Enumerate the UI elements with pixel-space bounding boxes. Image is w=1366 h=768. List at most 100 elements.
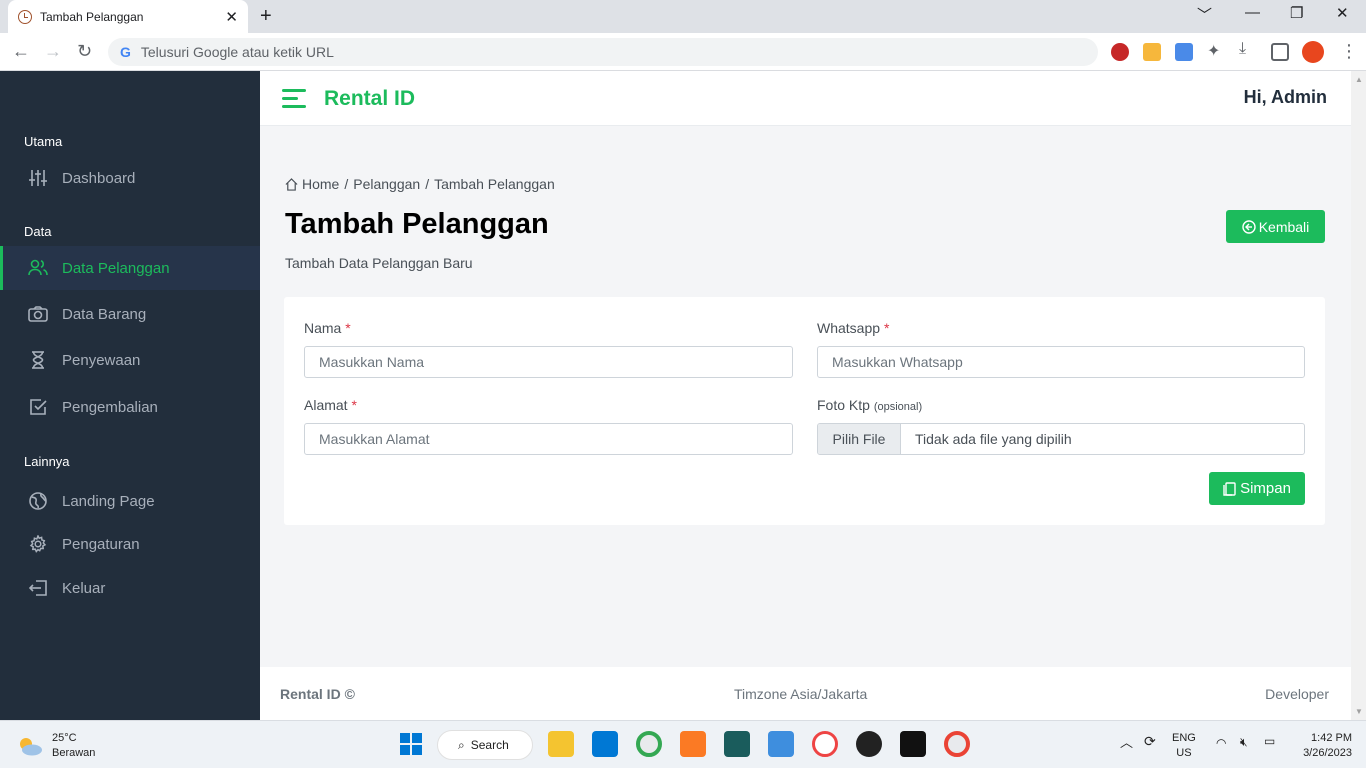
footer-brand: Rental ID © — [280, 686, 355, 702]
sidebar-item-label: Pengembalian — [62, 398, 158, 416]
back-button[interactable]: Kembali — [1226, 210, 1325, 243]
brand-title[interactable]: Rental ID — [324, 87, 415, 111]
browser-tab[interactable]: Tambah Pelanggan ✕ — [8, 0, 248, 33]
sidebar-heading-data: Data — [24, 224, 52, 239]
url-input[interactable]: G Telusuri Google atau ketik URL — [108, 38, 1098, 66]
scroll-down-icon[interactable]: ▼ — [1355, 707, 1363, 716]
tab-search-icon[interactable]: ﹀ — [1197, 4, 1212, 25]
copy-icon — [1223, 481, 1236, 496]
nama-label: Nama * — [304, 320, 351, 336]
clock-favicon-icon — [18, 9, 32, 24]
hourglass-icon — [28, 350, 48, 370]
notepad-icon[interactable] — [768, 731, 794, 757]
save-button[interactable]: Simpan — [1209, 472, 1305, 505]
file-explorer-icon[interactable] — [548, 731, 574, 757]
language-indicator[interactable]: ENG US — [1172, 731, 1196, 761]
vscode-icon[interactable] — [592, 731, 618, 757]
battery-icon[interactable]: ▭ — [1264, 734, 1275, 749]
sidebar-item-label: Penyewaan — [62, 351, 141, 369]
download-icon[interactable]: ⤓ — [1239, 40, 1257, 58]
sidebar-heading-utama: Utama — [24, 134, 63, 149]
sidebar: Utama Dashboard Data Data Pelanggan Data… — [0, 71, 260, 720]
extension-red-icon[interactable] — [1111, 43, 1129, 61]
foto-ktp-file-input[interactable]: Pilih File Tidak ada file yang dipilih — [817, 423, 1305, 455]
new-tab-icon[interactable]: + — [260, 5, 272, 28]
sidebar-item-label: Data Pelanggan — [62, 259, 170, 277]
page-title: Tambah Pelanggan — [285, 208, 549, 240]
breadcrumb-pelanggan[interactable]: Pelanggan — [353, 176, 420, 192]
whatsapp-label-text: Whatsapp — [817, 320, 881, 336]
taskbar-search[interactable]: ⌕ Search — [437, 730, 533, 760]
url-placeholder: Telusuri Google atau ketik URL — [140, 44, 334, 60]
camera-icon — [28, 304, 48, 324]
clock-time: 1:42 PM — [1311, 732, 1352, 744]
minimize-icon[interactable]: — — [1245, 4, 1260, 21]
extensions-puzzle-icon[interactable]: ✦ — [1207, 41, 1225, 60]
required-mark: * — [345, 320, 351, 336]
sidebar-item-penyewaan[interactable]: Penyewaan — [0, 338, 260, 382]
reload-icon[interactable]: ↻ — [77, 41, 92, 62]
clock-date: 3/26/2023 — [1303, 747, 1352, 759]
whatsapp-input[interactable]: Masukkan Whatsapp — [817, 346, 1305, 378]
forward-arrow-icon[interactable]: → — [44, 41, 62, 62]
window-close-icon[interactable]: ✕ — [1336, 4, 1349, 22]
nama-input[interactable]: Masukkan Nama — [304, 346, 793, 378]
clock[interactable]: 1:42 PM 3/26/2023 — [1294, 731, 1352, 761]
sidebar-item-landing-page[interactable]: Landing Page — [0, 479, 260, 523]
obs-icon[interactable] — [856, 731, 882, 757]
app-color-icon[interactable] — [812, 731, 838, 757]
sidebar-item-label: Data Barang — [62, 305, 147, 323]
sidebar-item-data-barang[interactable]: Data Barang — [0, 292, 260, 336]
globe-icon — [28, 491, 48, 511]
choose-file-button[interactable]: Pilih File — [818, 424, 901, 454]
sidebar-item-dashboard[interactable]: Dashboard — [0, 156, 260, 200]
sidebar-item-label: Landing Page — [62, 492, 155, 510]
profile-avatar[interactable] — [1302, 41, 1324, 63]
alamat-label-text: Alamat — [304, 397, 348, 413]
breadcrumb-separator: / — [344, 176, 349, 192]
taskbar-search-label: Search — [470, 738, 509, 752]
sidebar-item-data-pelanggan[interactable]: Data Pelanggan — [0, 246, 260, 290]
user-greeting[interactable]: Hi, Admin — [1244, 87, 1327, 108]
required-mark: * — [883, 320, 890, 336]
search-icon: ⌕ — [458, 737, 465, 752]
sidebar-item-keluar[interactable]: Keluar — [0, 566, 260, 610]
alamat-input[interactable]: Masukkan Alamat — [304, 423, 793, 455]
back-arrow-icon[interactable]: ← — [12, 41, 30, 62]
chrome-profile-icon[interactable] — [944, 731, 970, 757]
scroll-up-icon[interactable]: ▲ — [1355, 75, 1363, 84]
sidebar-item-pengaturan[interactable]: Pengaturan — [0, 522, 260, 566]
tab-close-icon[interactable]: ✕ — [225, 8, 238, 26]
sidepanel-icon[interactable] — [1271, 43, 1289, 61]
top-navbar: Rental ID Hi, Admin — [260, 71, 1351, 126]
wifi-icon[interactable]: ◠ — [1216, 736, 1226, 751]
menu-kebab-icon[interactable]: ⋮ — [1340, 41, 1358, 62]
extension-doc-icon[interactable] — [1175, 43, 1193, 61]
chevron-up-icon[interactable]: ︿ — [1120, 735, 1133, 750]
sidebar-heading-lainnya: Lainnya — [24, 454, 70, 469]
file-status: Tidak ada file yang dipilih — [915, 431, 1072, 447]
logout-icon — [28, 578, 48, 598]
whatsapp-label: Whatsapp * — [817, 320, 889, 336]
volume-muted-icon[interactable]: 🔇︎ — [1240, 735, 1248, 750]
chrome-icon[interactable] — [636, 731, 662, 757]
xampp-icon[interactable] — [680, 731, 706, 757]
page-scrollbar[interactable]: ▲ ▼ — [1351, 71, 1366, 720]
foto-ktp-label: Foto Ktp (opsional) — [817, 397, 922, 413]
footer-developer-link[interactable]: Developer — [1265, 686, 1329, 702]
sync-icon[interactable]: ⟳ — [1144, 734, 1156, 749]
weather-widget[interactable]: 25°C Berawan — [16, 731, 95, 761]
language-code: ENG — [1172, 732, 1196, 744]
hamburger-menu-icon[interactable] — [282, 89, 306, 108]
extension-edit-icon[interactable] — [1143, 43, 1161, 61]
cmd-icon[interactable] — [900, 731, 926, 757]
restore-icon[interactable]: ❐ — [1290, 4, 1303, 22]
alamat-placeholder: Masukkan Alamat — [319, 431, 430, 447]
windows-start-icon[interactable] — [398, 731, 424, 757]
users-icon — [28, 258, 48, 278]
whatsapp-placeholder: Masukkan Whatsapp — [832, 354, 963, 370]
sidebar-item-pengembalian[interactable]: Pengembalian — [0, 385, 260, 429]
breadcrumb-home[interactable]: Home — [302, 176, 339, 192]
terminal-app-icon[interactable] — [724, 731, 750, 757]
footer: Rental ID © Timzone Asia/Jakarta Develop… — [260, 667, 1351, 720]
